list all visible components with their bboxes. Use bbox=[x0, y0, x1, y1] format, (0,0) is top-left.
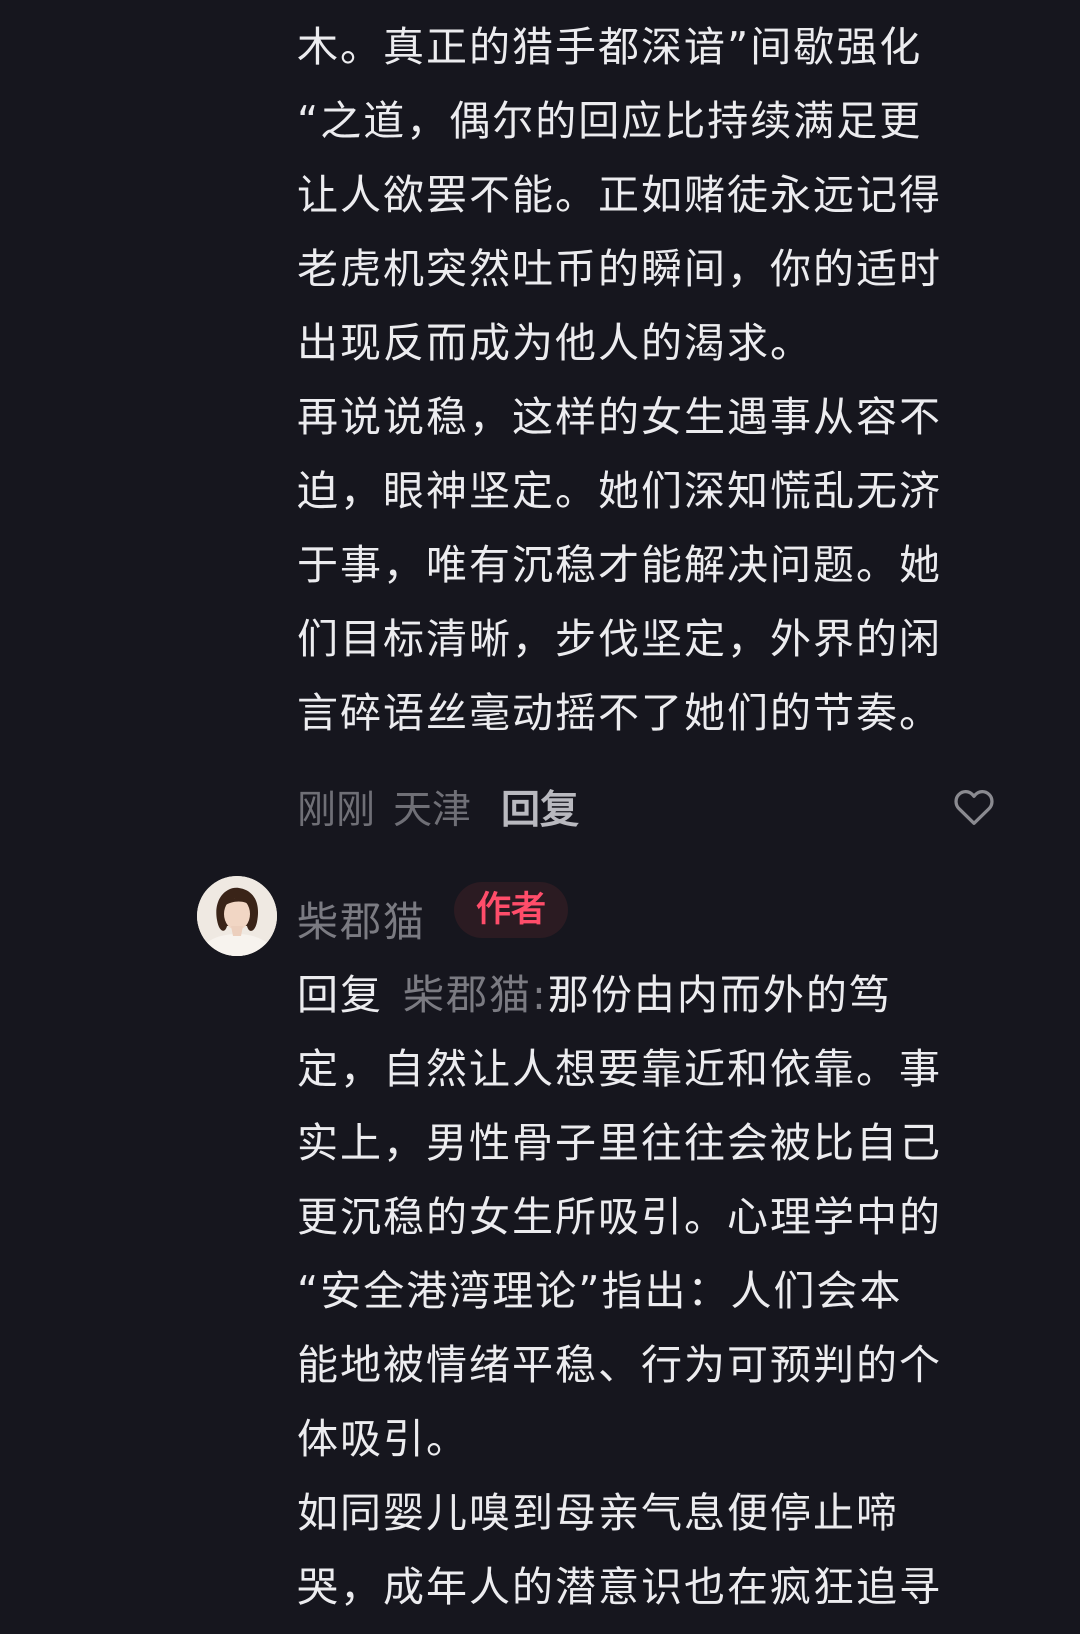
comment-time: 刚刚 bbox=[297, 788, 376, 833]
author-name[interactable]: 柴郡猫 bbox=[297, 888, 426, 948]
comment-line: 于事，唯有沉稳才能解决问题。她 bbox=[297, 541, 942, 589]
reply-header: 柴郡猫 作者 bbox=[197, 876, 1017, 960]
reply-line: 如同婴儿嗅到母亲气息便停止啼 bbox=[297, 1489, 899, 1537]
user-avatar[interactable] bbox=[197, 876, 277, 956]
comment-meta-row: 刚刚 天津 回复 bbox=[297, 778, 1017, 836]
reply-line: 实上，男性骨子里往往会被比自己 bbox=[297, 1119, 942, 1167]
reply-prefix: 回复 bbox=[297, 971, 383, 1019]
comment-location: 天津 bbox=[393, 788, 472, 833]
reply-line: 定，自然让人想要靠近和依靠。事 bbox=[297, 1045, 942, 1093]
comment-line: 出现反而成为他人的渴求。 bbox=[297, 319, 813, 367]
reply-line: 哭，成年人的潜意识也在疯狂追寻 bbox=[297, 1563, 942, 1611]
reply-target-user[interactable]: 柴郡猫: bbox=[403, 971, 548, 1019]
comment-line: 言碎语丝毫动摇不了她们的节奏。 bbox=[297, 689, 942, 737]
reply-line: 更沉稳的女生所吸引。心理学中的 bbox=[297, 1193, 942, 1241]
comment-line: 让人欲罢不能。正如赌徒永远记得 bbox=[297, 171, 942, 219]
comment-line: 迫，眼神坚定。她们深知慌乱无济 bbox=[297, 467, 942, 515]
reply-line: “安全港湾理论”指出：人们会本 bbox=[297, 1267, 903, 1315]
heart-outline-icon[interactable] bbox=[951, 784, 997, 830]
comment-line: 们目标清晰，步伐坚定，外界的闲 bbox=[297, 615, 942, 663]
reply-line: 能地被情绪平稳、行为可预判的个 bbox=[297, 1341, 942, 1389]
reply-line: 体吸引。 bbox=[297, 1415, 469, 1463]
reply-first-line: 回复 柴郡猫:那份由内而外的笃 bbox=[297, 958, 1037, 1032]
reply-button[interactable]: 回复 bbox=[501, 779, 579, 835]
reply-first-line-text: 那份由内而外的笃 bbox=[547, 971, 892, 1019]
comment-body: 木。真正的猎手都深谙”间歇强化 “之道，偶尔的回应比持续满足更 让人欲罢不能。正… bbox=[297, 0, 1037, 750]
author-badge: 作者 bbox=[454, 882, 569, 938]
comment-line: 老虎机突然吐币的瞬间，你的适时 bbox=[297, 245, 942, 293]
comment-text: 木。真正的猎手都深谙”间歇强化 “之道，偶尔的回应比持续满足更 让人欲罢不能。正… bbox=[297, 10, 1037, 750]
reply-body: 回复 柴郡猫:那份由内而外的笃 定，自然让人想要靠近和依靠。事 实上，男性骨子里往… bbox=[297, 958, 1037, 1624]
comment-line: 木。真正的猎手都深谙”间歇强化 bbox=[297, 23, 923, 71]
reply-text: 回复 柴郡猫:那份由内而外的笃 定，自然让人想要靠近和依靠。事 实上，男性骨子里往… bbox=[297, 958, 1037, 1624]
comment-line: 再说说稳，这样的女生遇事从容不 bbox=[297, 393, 942, 441]
comment-line: “之道，偶尔的回应比持续满足更 bbox=[297, 97, 923, 145]
